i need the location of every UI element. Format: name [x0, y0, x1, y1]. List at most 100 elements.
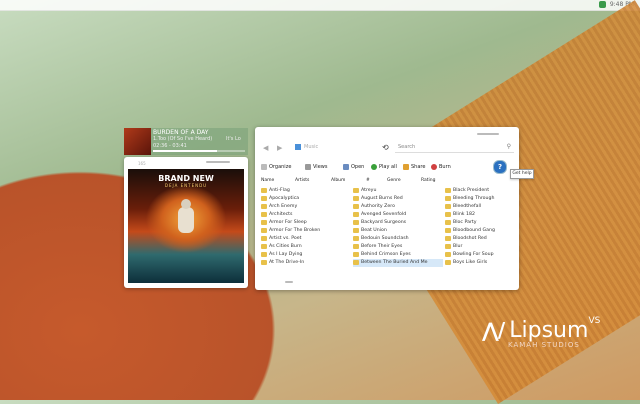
folder-icon	[353, 212, 359, 217]
folder-item[interactable]: Arch Enemy	[261, 203, 351, 211]
folder-label: Bowling For Soup	[453, 252, 494, 257]
folder-icon	[445, 188, 451, 193]
help-button[interactable]: ?	[493, 160, 507, 174]
folder-icon	[261, 196, 267, 201]
folder-item[interactable]: Apocalyptica	[261, 195, 351, 203]
open-button[interactable]: Open	[343, 161, 364, 173]
now-playing-album: BURDEN OF A DAY	[153, 129, 209, 136]
folder-icon	[353, 236, 359, 241]
folder-item[interactable]: Bleeding Through	[445, 195, 513, 203]
folder-icon	[261, 228, 267, 233]
album-art-card[interactable]: 165 BRAND NEW DEJA ENTENDU	[124, 157, 248, 288]
folder-icon	[261, 252, 267, 257]
folder-item[interactable]: Blur	[445, 243, 513, 251]
address-bar[interactable]: Music	[295, 142, 375, 153]
back-arrow-icon[interactable]: ◀	[263, 144, 268, 152]
folder-label: Apocalyptica	[269, 196, 300, 201]
folder-item[interactable]: Authority Zero	[353, 203, 443, 211]
col-artists[interactable]: Artists	[295, 178, 309, 183]
folder-icon	[261, 236, 267, 241]
folder-item[interactable]: Armor For Sleep	[261, 219, 351, 227]
share-label: Share	[411, 164, 426, 170]
folder-item[interactable]: At The Drive-In	[261, 259, 351, 267]
brand-name: Lipsum	[509, 318, 589, 343]
search-input[interactable]: Search ⚲	[395, 142, 514, 153]
folder-item[interactable]: Artist vs. Poet	[261, 235, 351, 243]
folder-item[interactable]: Blink 182	[445, 211, 513, 219]
folder-item[interactable]: Boys Like Girls	[445, 259, 513, 267]
progress-bar[interactable]	[153, 150, 245, 152]
folder-label: Bloodshot Red	[453, 236, 487, 241]
folder-item[interactable]: Between The Buried And Me	[353, 259, 443, 267]
organize-label: Organize	[269, 164, 292, 170]
folder-item[interactable]: August Burns Red	[353, 195, 443, 203]
folder-item[interactable]: As I Lay Dying	[261, 251, 351, 259]
open-label: Open	[351, 164, 365, 170]
views-label: Views	[313, 164, 328, 170]
folder-icon	[353, 220, 359, 225]
burn-button[interactable]: Burn	[431, 161, 451, 173]
folder-label: Anti-Flag	[269, 188, 290, 193]
folder-item[interactable]: Armor For The Broken	[261, 227, 351, 235]
folder-label: Backyard Surgeons	[361, 220, 407, 225]
folder-icon	[445, 204, 451, 209]
now-playing-widget[interactable]: BURDEN OF A DAY 1.Too (Of So I've Heard)…	[124, 128, 248, 155]
folder-label: Beat Union	[361, 228, 387, 233]
col-number[interactable]: #	[366, 178, 370, 183]
folder-label: Between The Buried And Me	[361, 260, 428, 265]
folder-item[interactable]: Bloodshot Red	[445, 235, 513, 243]
folder-column-2: Atreyu August Burns Red Authority Zero Aven…	[353, 187, 443, 267]
col-name[interactable]: Name	[261, 178, 274, 183]
folder-item[interactable]: Bowling For Soup	[445, 251, 513, 259]
folder-item[interactable]: Beat Union	[353, 227, 443, 235]
folder-item[interactable]: Backyard Surgeons	[353, 219, 443, 227]
folder-item[interactable]: Black President	[445, 187, 513, 195]
progress-fill	[153, 150, 218, 152]
cover-band: BRAND NEW	[158, 174, 214, 183]
forward-arrow-icon[interactable]: ▶	[277, 144, 282, 152]
col-genre[interactable]: Genre	[387, 178, 401, 183]
play-all-button[interactable]: Play all	[371, 161, 397, 173]
folder-label: Bedouin Soundclash	[361, 236, 409, 241]
col-album[interactable]: Album	[331, 178, 345, 183]
folder-icon	[353, 228, 359, 233]
folder-item[interactable]: Bedouin Soundclash	[353, 235, 443, 243]
folder-label: Arch Enemy	[269, 204, 298, 209]
folder-icon	[261, 188, 267, 193]
folder-item[interactable]: Before Their Eyes	[353, 243, 443, 251]
folder-label: Blur	[453, 244, 463, 249]
folder-column-1: Anti-Flag Apocalyptica Arch Enemy Architect…	[261, 187, 351, 267]
folder-item[interactable]: Anti-Flag	[261, 187, 351, 195]
organize-button[interactable]: Organize	[261, 161, 291, 173]
folder-label: Armor For Sleep	[269, 220, 307, 225]
folder-item[interactable]: As Cities Burn	[261, 243, 351, 251]
album-number: 165	[138, 161, 146, 166]
play-icon	[371, 163, 377, 170]
col-rating[interactable]: Rating	[421, 178, 436, 183]
folder-item[interactable]: Bleedthefall	[445, 203, 513, 211]
now-playing-artist: It's Lo	[226, 136, 241, 142]
album-thumbnail	[124, 128, 151, 155]
play-all-label: Play all	[379, 164, 397, 170]
top-bar: 9:48 PM	[0, 0, 640, 11]
search-icon[interactable]: ⚲	[507, 142, 511, 152]
folder-icon	[445, 212, 451, 217]
bottom-grip[interactable]	[285, 281, 293, 283]
share-button[interactable]: Share	[403, 161, 425, 173]
folder-item[interactable]: Behind Crimson Eyes	[353, 251, 443, 259]
folder-item[interactable]: Bloodbound Gang	[445, 227, 513, 235]
folder-label: Before Their Eyes	[361, 244, 403, 249]
refresh-icon[interactable]: ⟲	[382, 143, 389, 152]
folder-item[interactable]: Architects	[261, 211, 351, 219]
folder-item[interactable]: Bloc Party	[445, 219, 513, 227]
folder-item[interactable]: Atreyu	[353, 187, 443, 195]
views-button[interactable]: Views	[305, 161, 327, 173]
folder-icon	[261, 220, 267, 225]
explorer-window[interactable]: ◀ ▶ Music ⟲ Search ⚲ Organize Views Open…	[255, 127, 534, 290]
folder-label: Blink 182	[453, 212, 475, 217]
burn-icon	[431, 163, 437, 170]
tray-icon[interactable]	[599, 1, 606, 8]
drag-handle[interactable]	[206, 161, 230, 163]
folder-item[interactable]: Avenged Sevenfold	[353, 211, 443, 219]
window-grip[interactable]	[477, 133, 499, 135]
